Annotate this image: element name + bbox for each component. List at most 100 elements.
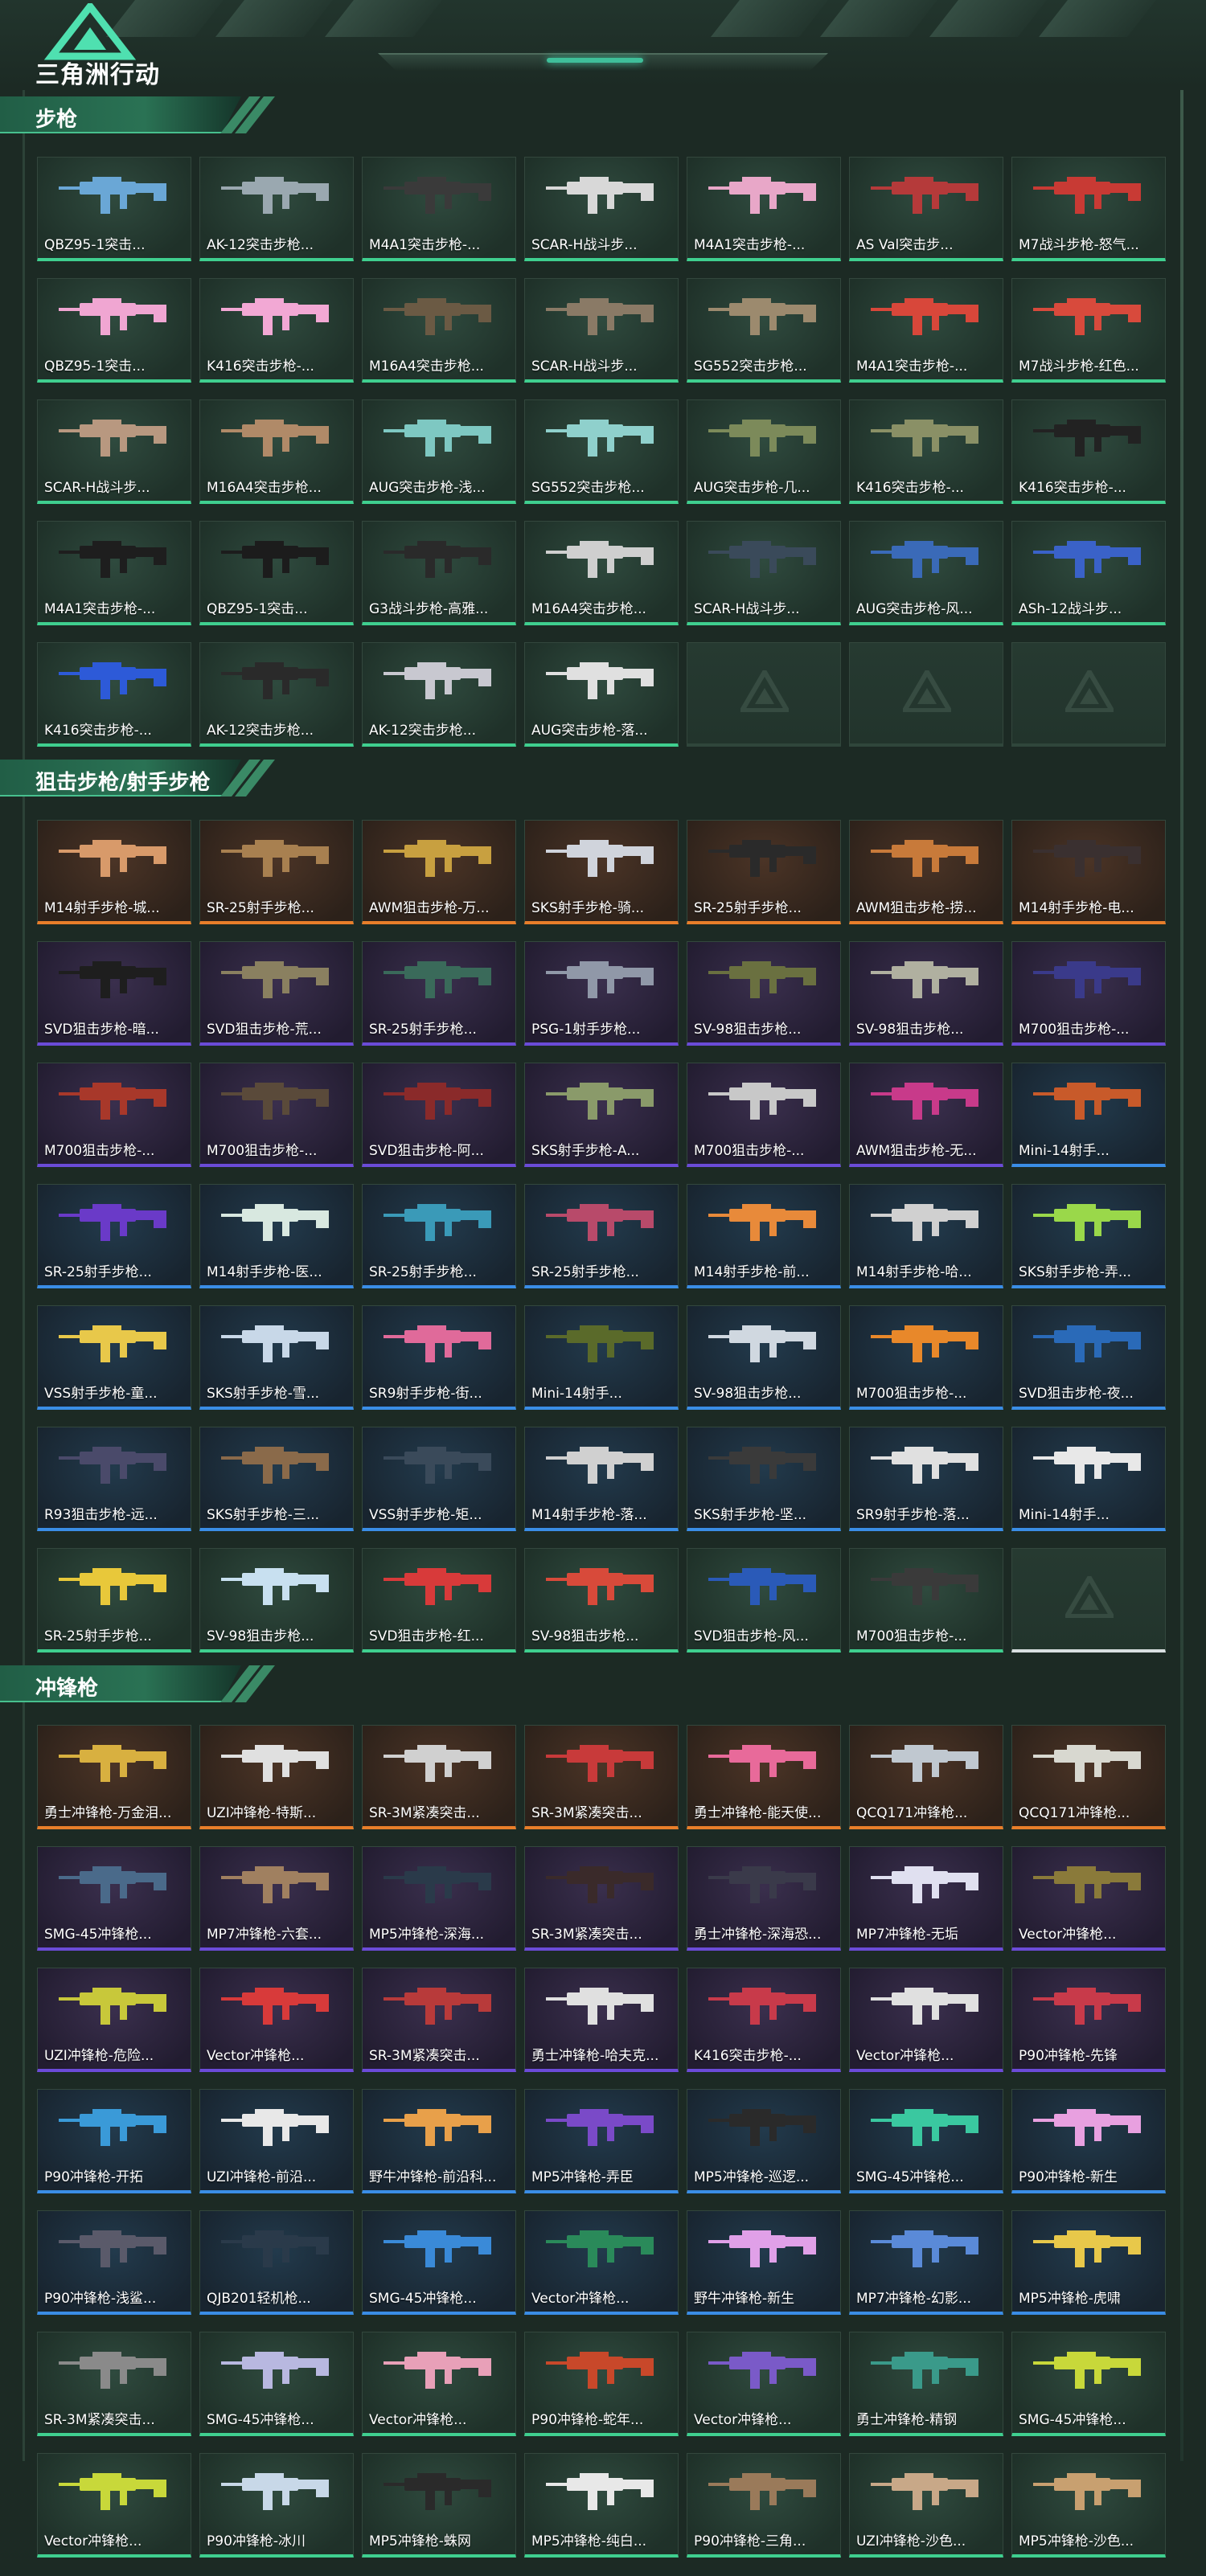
weapon-skin-card[interactable]: SR-25射手步枪... bbox=[37, 1184, 191, 1288]
weapon-skin-card[interactable]: SVD狙击步枪-风... bbox=[687, 1548, 841, 1652]
weapon-skin-card[interactable]: SG552突击步枪... bbox=[524, 399, 679, 504]
weapon-skin-card[interactable]: M4A1突击步枪-... bbox=[687, 157, 841, 261]
weapon-skin-card[interactable]: M16A4突击步枪... bbox=[524, 521, 679, 625]
weapon-skin-card[interactable]: AWM狙击步枪-无... bbox=[849, 1063, 1003, 1167]
weapon-skin-card[interactable]: 勇士冲锋枪-万金泪... bbox=[37, 1725, 191, 1829]
weapon-skin-card[interactable]: M14射手步枪-电... bbox=[1011, 820, 1166, 924]
weapon-skin-card[interactable]: AWM狙击步枪-捞... bbox=[849, 820, 1003, 924]
weapon-skin-card[interactable]: MP7冲锋枪-六套... bbox=[199, 1846, 354, 1951]
weapon-skin-card[interactable]: 野牛冲锋枪-新生 bbox=[687, 2210, 841, 2315]
weapon-skin-card[interactable]: SVD狙击步枪-红... bbox=[362, 1548, 516, 1652]
weapon-skin-card[interactable]: Vector冲锋枪... bbox=[37, 2453, 191, 2558]
weapon-skin-card[interactable]: UZI冲锋枪-前沿... bbox=[199, 2089, 354, 2193]
weapon-skin-card[interactable]: AS Val突击步... bbox=[849, 157, 1003, 261]
weapon-skin-card[interactable]: M16A4突击步枪... bbox=[362, 278, 516, 383]
weapon-skin-card[interactable]: SKS射手步枪-三... bbox=[199, 1427, 354, 1531]
weapon-skin-card[interactable]: SR-25射手步枪... bbox=[524, 1184, 679, 1288]
weapon-skin-card[interactable]: SR-3M紧凑突击... bbox=[362, 1725, 516, 1829]
weapon-skin-card[interactable]: P90冲锋枪-先锋 bbox=[1011, 1968, 1166, 2072]
weapon-skin-card[interactable]: Mini-14射手... bbox=[1011, 1427, 1166, 1531]
weapon-skin-card[interactable]: Vector冲锋枪... bbox=[199, 1968, 354, 2072]
weapon-skin-card[interactable]: QCQ171冲锋枪... bbox=[849, 1725, 1003, 1829]
weapon-skin-card[interactable]: AUG突击步枪-落... bbox=[524, 642, 679, 747]
weapon-skin-card[interactable]: MP5冲锋枪-巡逻... bbox=[687, 2089, 841, 2193]
weapon-skin-card[interactable]: PSG-1射手步枪... bbox=[524, 941, 679, 1046]
weapon-skin-card[interactable]: M700狙击步枪-... bbox=[37, 1063, 191, 1167]
weapon-skin-card[interactable]: M700狙击步枪-... bbox=[1011, 941, 1166, 1046]
weapon-skin-card[interactable]: M16A4突击步枪... bbox=[199, 399, 354, 504]
weapon-skin-card[interactable]: SV-98狙击步枪... bbox=[687, 941, 841, 1046]
weapon-skin-card[interactable]: M700狙击步枪-... bbox=[849, 1548, 1003, 1652]
weapon-skin-card[interactable]: MP7冲锋枪-幻影... bbox=[849, 2210, 1003, 2315]
weapon-skin-card[interactable]: SVD狙击步枪-暗... bbox=[37, 941, 191, 1046]
weapon-skin-card[interactable]: SR-25射手步枪... bbox=[362, 1184, 516, 1288]
weapon-skin-card[interactable]: P90冲锋枪-开拓 bbox=[37, 2089, 191, 2193]
weapon-skin-card[interactable]: P90冲锋枪-浅鲨... bbox=[37, 2210, 191, 2315]
weapon-skin-card[interactable]: AWM狙击步枪-万... bbox=[362, 820, 516, 924]
weapon-skin-card[interactable]: M7战斗步枪-怒气... bbox=[1011, 157, 1166, 261]
weapon-skin-card[interactable]: SCAR-H战斗步... bbox=[687, 521, 841, 625]
weapon-skin-card[interactable]: G3战斗步枪-高雅... bbox=[362, 521, 516, 625]
weapon-skin-card[interactable]: QBZ95-1突击... bbox=[37, 157, 191, 261]
weapon-skin-card[interactable]: P90冲锋枪-新生 bbox=[1011, 2089, 1166, 2193]
weapon-skin-card[interactable]: QCQ171冲锋枪... bbox=[1011, 1725, 1166, 1829]
weapon-skin-card[interactable]: K416突击步枪-... bbox=[37, 642, 191, 747]
weapon-skin-card[interactable]: SKS射手步枪-A... bbox=[524, 1063, 679, 1167]
weapon-skin-card[interactable]: SV-98狙击步枪... bbox=[199, 1548, 354, 1652]
weapon-skin-card[interactable]: AUG突击步枪-风... bbox=[849, 521, 1003, 625]
weapon-skin-card[interactable]: SR-3M紧凑突击... bbox=[37, 2332, 191, 2436]
weapon-skin-card[interactable]: SR-25射手步枪... bbox=[37, 1548, 191, 1652]
weapon-skin-card[interactable]: SR-3M紧凑突击... bbox=[362, 1968, 516, 2072]
weapon-skin-card[interactable]: SMG-45冲锋枪... bbox=[362, 2210, 516, 2315]
weapon-skin-card[interactable]: AK-12突击步枪... bbox=[199, 642, 354, 747]
weapon-skin-card[interactable]: 勇士冲锋枪-哈夫克... bbox=[524, 1968, 679, 2072]
weapon-skin-card[interactable]: SV-98狙击步枪... bbox=[524, 1548, 679, 1652]
weapon-skin-card[interactable]: Vector冲锋枪... bbox=[849, 1968, 1003, 2072]
weapon-skin-card[interactable]: SKS射手步枪-坚... bbox=[687, 1427, 841, 1531]
weapon-skin-card[interactable]: SR-25射手步枪... bbox=[199, 820, 354, 924]
weapon-skin-card[interactable]: SKS射手步枪-骑... bbox=[524, 820, 679, 924]
weapon-skin-card[interactable]: M14射手步枪-前... bbox=[687, 1184, 841, 1288]
weapon-skin-card[interactable]: K416突击步枪-... bbox=[849, 399, 1003, 504]
weapon-skin-card[interactable]: SR-25射手步枪... bbox=[687, 820, 841, 924]
weapon-skin-card[interactable]: ASh-12战斗步... bbox=[1011, 521, 1166, 625]
weapon-skin-card[interactable]: M7战斗步枪-红色... bbox=[1011, 278, 1166, 383]
weapon-skin-card[interactable]: MP5冲锋枪-虎啸 bbox=[1011, 2210, 1166, 2315]
weapon-skin-card[interactable]: 勇士冲锋枪-能天使... bbox=[687, 1725, 841, 1829]
weapon-skin-card[interactable]: MP7冲锋枪-无垢 bbox=[849, 1846, 1003, 1951]
weapon-skin-card[interactable]: SR-3M紧凑突击... bbox=[524, 1725, 679, 1829]
weapon-skin-card[interactable]: SR-3M紧凑突击... bbox=[524, 1846, 679, 1951]
weapon-skin-card[interactable]: M700狙击步枪-... bbox=[687, 1063, 841, 1167]
weapon-skin-card[interactable]: SG552突击步枪... bbox=[687, 278, 841, 383]
weapon-skin-card[interactable]: 勇士冲锋枪-深海恐... bbox=[687, 1846, 841, 1951]
weapon-skin-card[interactable]: Vector冲锋枪... bbox=[362, 2332, 516, 2436]
weapon-skin-card[interactable]: AUG突击步枪-浅... bbox=[362, 399, 516, 504]
weapon-skin-card[interactable]: P90冲锋枪-蛇年... bbox=[524, 2332, 679, 2436]
weapon-skin-card[interactable]: QJB201轻机枪... bbox=[199, 2210, 354, 2315]
weapon-skin-card[interactable]: Vector冲锋枪... bbox=[687, 2332, 841, 2436]
weapon-skin-card[interactable]: P90冲锋枪-三角... bbox=[687, 2453, 841, 2558]
weapon-skin-card[interactable]: SV-98狙击步枪... bbox=[687, 1305, 841, 1410]
weapon-skin-card[interactable]: M4A1突击步枪-... bbox=[849, 278, 1003, 383]
weapon-skin-card[interactable]: M14射手步枪-落... bbox=[524, 1427, 679, 1531]
weapon-skin-card[interactable]: UZI冲锋枪-危险... bbox=[37, 1968, 191, 2072]
weapon-skin-card[interactable]: Vector冲锋枪... bbox=[1011, 1846, 1166, 1951]
weapon-skin-card[interactable]: M14射手步枪-医... bbox=[199, 1184, 354, 1288]
weapon-skin-card[interactable]: QBZ95-1突击... bbox=[199, 521, 354, 625]
weapon-skin-card[interactable]: QBZ95-1突击... bbox=[37, 278, 191, 383]
weapon-skin-card[interactable]: AUG突击步枪-几... bbox=[687, 399, 841, 504]
weapon-skin-card[interactable]: SVD狙击步枪-荒... bbox=[199, 941, 354, 1046]
weapon-skin-card[interactable]: SCAR-H战斗步... bbox=[37, 399, 191, 504]
weapon-skin-card[interactable]: SCAR-H战斗步... bbox=[524, 157, 679, 261]
weapon-skin-card[interactable]: SMG-45冲锋枪... bbox=[199, 2332, 354, 2436]
weapon-skin-card[interactable]: VSS射手步枪-矩... bbox=[362, 1427, 516, 1531]
weapon-skin-card[interactable]: SVD狙击步枪-夜... bbox=[1011, 1305, 1166, 1410]
weapon-skin-card[interactable]: 野牛冲锋枪-前沿科... bbox=[362, 2089, 516, 2193]
weapon-skin-card[interactable]: SMG-45冲锋枪... bbox=[1011, 2332, 1166, 2436]
weapon-skin-card[interactable]: K416突击步枪-... bbox=[199, 278, 354, 383]
weapon-skin-card[interactable]: M700狙击步枪-... bbox=[199, 1063, 354, 1167]
weapon-skin-card[interactable]: SMG-45冲锋枪... bbox=[37, 1846, 191, 1951]
weapon-skin-card[interactable]: MP5冲锋枪-沙色... bbox=[1011, 2453, 1166, 2558]
weapon-skin-card[interactable]: SR9射手步枪-落... bbox=[849, 1427, 1003, 1531]
weapon-skin-card[interactable]: M14射手步枪-城... bbox=[37, 820, 191, 924]
